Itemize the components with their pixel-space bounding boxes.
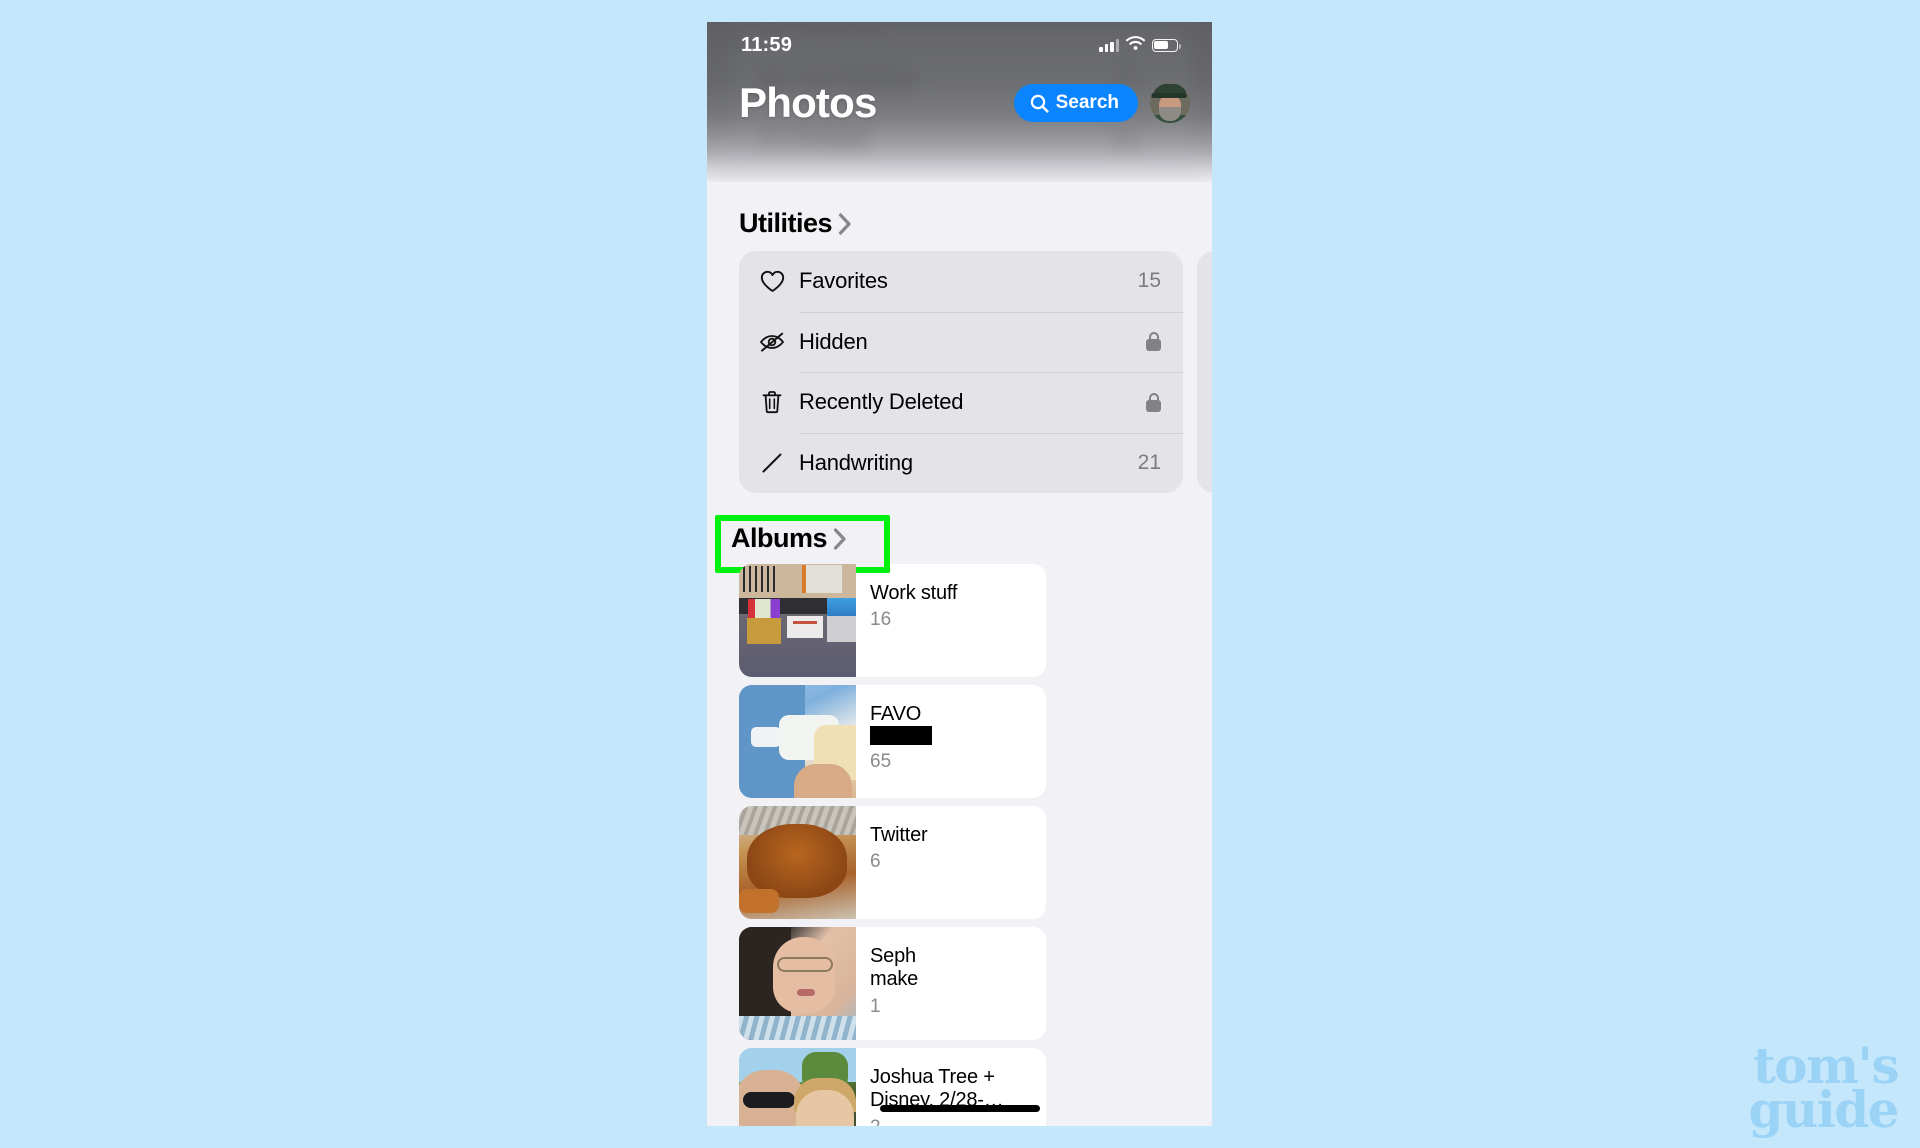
utilities-label: Handwriting: [799, 450, 1138, 476]
search-button[interactable]: Search: [1013, 84, 1138, 122]
avatar[interactable]: [1150, 83, 1190, 123]
status-bar-clock: 11:59: [741, 33, 793, 56]
albums-grid: Work stuff 16 FAVO 65 Twitter 6 Seph mak…: [707, 564, 1212, 1126]
album-name: Twitter: [870, 824, 928, 846]
utilities-item-handwriting[interactable]: Handwriting 21: [739, 433, 1183, 494]
album-card[interactable]: Joshua Tree + Disney, 2/28-… 2: [739, 1048, 1046, 1126]
wifi-icon: [1125, 35, 1146, 55]
utilities-item-hidden[interactable]: Hidden: [739, 312, 1183, 373]
album-name-redaction: [870, 726, 1036, 747]
utilities-count: 21: [1137, 450, 1161, 474]
iphone-screen: Utilities Favorites 15 Hidden Recently D…: [707, 22, 1212, 1126]
page-title: Photos: [739, 79, 877, 126]
chevron-right-icon: [833, 527, 846, 550]
album-count: 1: [870, 995, 881, 1017]
album-thumbnail: [739, 685, 856, 798]
album-card[interactable]: Seph make 1: [739, 927, 1046, 1040]
chevron-right-icon: [838, 212, 851, 235]
trash-icon: [755, 390, 789, 414]
search-label: Search: [1055, 92, 1119, 113]
lock-icon: [1146, 392, 1161, 412]
toms-guide-watermark: tom's guide: [1748, 1041, 1899, 1139]
search-icon: [1030, 94, 1049, 113]
battery-icon: [1152, 38, 1181, 52]
album-thumbnail: [739, 927, 856, 1040]
photos-nav-row: Photos Search: [707, 68, 1212, 138]
utilities-title: Utilities: [739, 208, 833, 238]
status-bar: 11:59: [707, 22, 1212, 68]
utilities-label: Recently Deleted: [799, 389, 1146, 415]
album-card[interactable]: Twitter 6: [739, 806, 1046, 919]
watermark-line-2: guide: [1748, 1080, 1899, 1139]
album-name: FAVO: [870, 703, 922, 725]
utilities-next-card-peek: [1197, 251, 1212, 493]
pencil-icon: [755, 451, 789, 475]
albums-section-header[interactable]: Albums: [731, 523, 847, 554]
cellular-signal-icon: [1099, 38, 1119, 52]
album-count: 2: [870, 1117, 1036, 1126]
utilities-item-recently-deleted[interactable]: Recently Deleted: [739, 372, 1183, 433]
albums-section-header-wrap: Albums: [707, 515, 1212, 573]
utilities-count: 15: [1137, 269, 1161, 293]
album-name: Work stuff: [870, 582, 958, 604]
album-card[interactable]: Work stuff 16: [739, 564, 1046, 677]
album-card[interactable]: FAVO 65: [739, 685, 1046, 798]
utilities-section-header[interactable]: Utilities: [739, 208, 1212, 239]
album-count: 65: [870, 751, 892, 773]
utilities-list-wrap: Favorites 15 Hidden Recently Deleted Han…: [707, 251, 1212, 493]
album-name: Seph make: [870, 945, 919, 991]
album-thumbnail: [739, 806, 856, 919]
home-indicator[interactable]: [879, 1105, 1040, 1112]
utilities-label: Hidden: [799, 329, 1146, 355]
album-thumbnail: [739, 1048, 856, 1126]
album-count: 6: [870, 851, 881, 873]
eye-slash-icon: [755, 332, 789, 352]
utilities-item-favorites[interactable]: Favorites 15: [739, 251, 1183, 312]
album-count: 16: [870, 609, 892, 631]
utilities-card: Favorites 15 Hidden Recently Deleted Han…: [739, 251, 1183, 493]
albums-title: Albums: [731, 523, 828, 553]
lock-icon: [1146, 332, 1161, 352]
utilities-label: Favorites: [799, 268, 888, 294]
photos-header: Recents Live Photos Portrait 15 33 11:59: [707, 22, 1212, 182]
album-thumbnail: [739, 564, 856, 677]
heart-icon: [755, 270, 789, 293]
photos-scroll-content: Utilities Favorites 15 Hidden Recently D…: [707, 22, 1212, 1126]
